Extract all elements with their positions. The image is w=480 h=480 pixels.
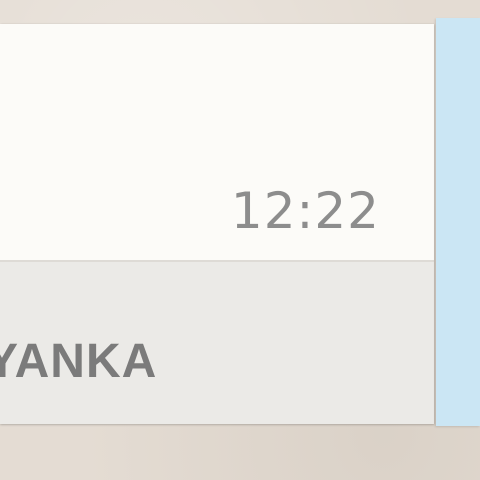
sender-name: YANKA: [0, 335, 158, 388]
message-timestamp: 12:22: [230, 182, 380, 240]
incoming-message-bubble[interactable]: 12:22 YANKA: [0, 24, 434, 424]
outgoing-message-bubble[interactable]: [436, 18, 480, 426]
